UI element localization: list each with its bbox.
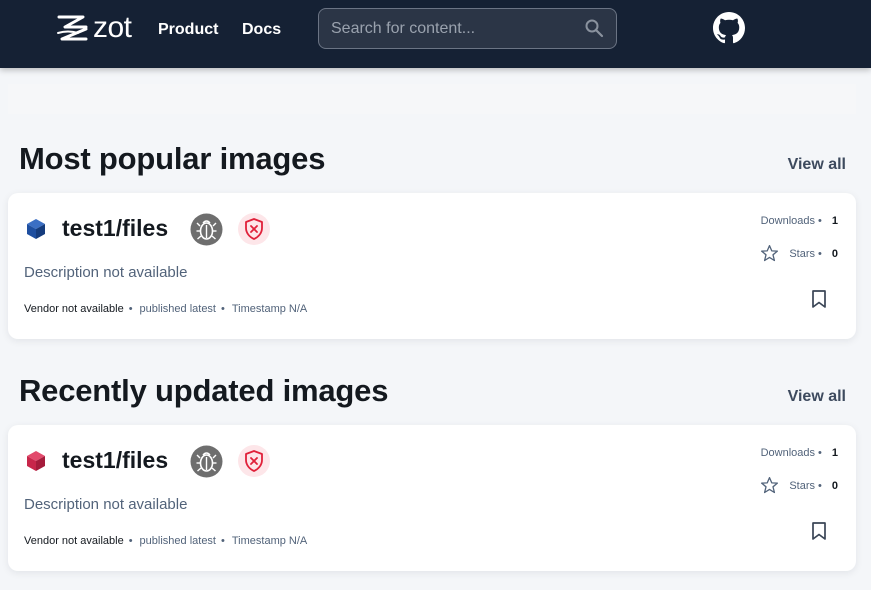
meta-dot: • (221, 303, 225, 315)
star-icon[interactable] (759, 475, 780, 496)
github-icon[interactable] (713, 12, 745, 44)
image-name[interactable]: test1/files (62, 215, 168, 242)
package-icon (27, 451, 45, 471)
timestamp-text: Timestamp N/A (231, 535, 308, 547)
search-input[interactable] (329, 9, 579, 48)
search-icon[interactable] (584, 18, 604, 38)
zot-logo-icon (57, 15, 88, 41)
stars-count: 0 (831, 247, 838, 260)
top-navbar: zot Product Docs (0, 0, 871, 68)
view-all-recent-link[interactable]: View all (788, 388, 846, 406)
star-icon[interactable] (759, 243, 780, 264)
image-card-recent[interactable]: test1/files Description not available Ve… (8, 425, 856, 571)
logo-text: zot (93, 11, 132, 44)
section-title-popular: Most popular images (19, 141, 326, 176)
nav-docs-link[interactable]: Docs (242, 21, 281, 39)
bookmark-icon[interactable] (810, 521, 828, 541)
image-meta: Vendor not available • published latest • … (24, 303, 307, 315)
stars-stat: Stars • 0 (759, 243, 838, 264)
section-title-recent: Recently updated images (19, 373, 389, 408)
image-description: Description not available (24, 496, 188, 513)
meta-dot: • (221, 535, 225, 547)
meta-dot: • (128, 535, 133, 547)
image-meta: Vendor not available • published latest • … (24, 535, 307, 547)
timestamp-text: Timestamp N/A (231, 303, 308, 315)
bookmark-icon[interactable] (810, 289, 828, 309)
downloads-stat: Downloads • 1 (760, 447, 838, 459)
image-description: Description not available (24, 264, 188, 281)
vendor-text: Vendor not available (24, 303, 124, 315)
stars-label: Stars (789, 247, 816, 260)
stars-label: Stars (789, 479, 816, 492)
image-name[interactable]: test1/files (62, 447, 168, 474)
content-band (8, 84, 856, 114)
shield-x-icon (238, 445, 270, 477)
view-all-popular-link[interactable]: View all (788, 156, 846, 174)
meta-dot: • (128, 303, 133, 315)
downloads-count: 1 (831, 215, 838, 227)
published-text: published latest (139, 303, 216, 315)
downloads-label: Downloads (760, 215, 816, 227)
stars-count: 0 (831, 479, 838, 492)
bug-icon (190, 445, 223, 478)
published-text: published latest (139, 535, 216, 547)
package-icon (27, 219, 45, 239)
image-card-popular[interactable]: test1/files Description not available Ve… (8, 193, 856, 339)
downloads-stat: Downloads • 1 (760, 215, 838, 227)
downloads-label: Downloads (760, 447, 816, 459)
stars-stat: Stars • 0 (759, 475, 838, 496)
downloads-count: 1 (831, 447, 838, 459)
bug-icon (190, 213, 223, 246)
shield-x-icon (238, 213, 270, 245)
zot-logo[interactable]: zot (56, 12, 132, 44)
search-bar[interactable] (318, 8, 617, 49)
nav-product-link[interactable]: Product (158, 21, 218, 39)
vendor-text: Vendor not available (24, 535, 124, 547)
